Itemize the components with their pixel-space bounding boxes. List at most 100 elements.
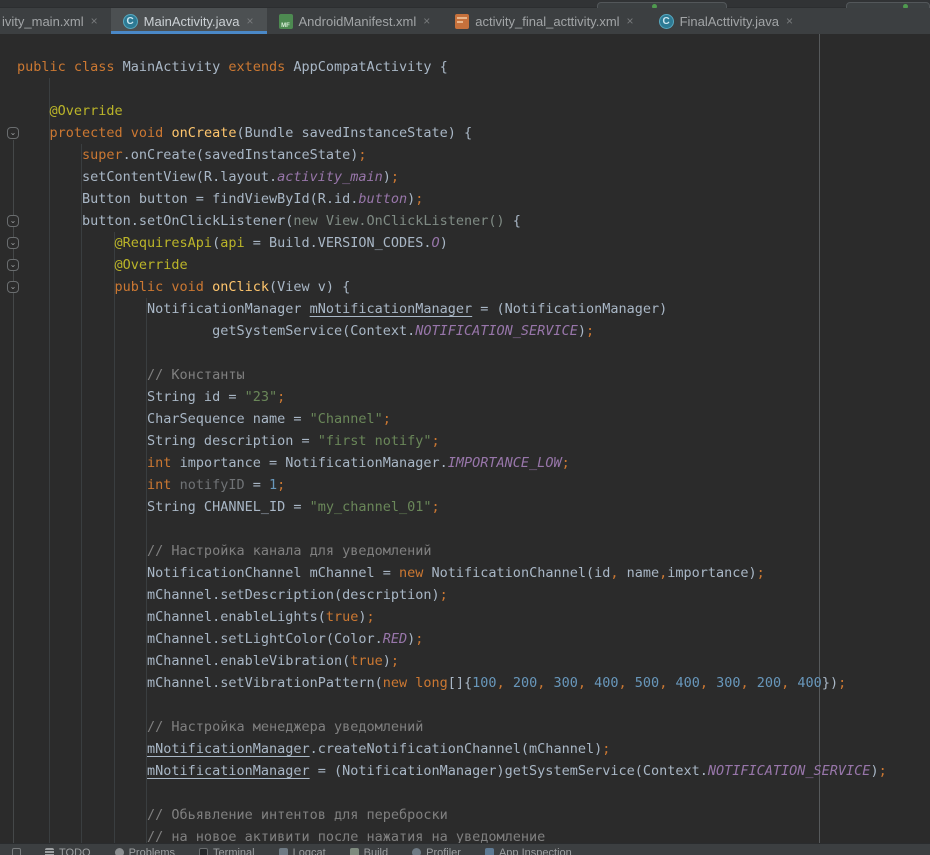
close-icon[interactable]: ×: [245, 15, 254, 27]
statusbar-item-app-inspection[interactable]: App Inspection: [473, 844, 584, 855]
code-token: getSystemService(Context.: [17, 323, 415, 339]
code-line[interactable]: Button button = findViewById(R.id.button…: [0, 188, 930, 210]
code-line[interactable]: protected void onCreate(Bundle savedInst…: [0, 122, 930, 144]
code-line[interactable]: // Обьявление интентов для переброски: [0, 804, 930, 826]
code-token: NotificationChannel mChannel =: [17, 565, 399, 581]
fold-toggle-icon[interactable]: ⌄: [7, 281, 19, 293]
code-line[interactable]: int importance = NotificationManager.IMP…: [0, 452, 930, 474]
close-icon[interactable]: ×: [626, 15, 635, 27]
code-line[interactable]: CharSequence name = "Channel";: [0, 408, 930, 430]
close-icon[interactable]: ×: [422, 15, 431, 27]
code-token: ;: [432, 433, 440, 449]
code-token: ;: [277, 477, 285, 493]
code-line[interactable]: mChannel.setVibrationPattern(new long[]{…: [0, 672, 930, 694]
code-line[interactable]: [0, 342, 930, 364]
code-line[interactable]: String description = "first notify";: [0, 430, 930, 452]
code-line[interactable]: String CHANNEL_ID = "my_channel_01";: [0, 496, 930, 518]
code-token: 300: [708, 675, 741, 691]
code-line[interactable]: // на новое активити после нажатия на ув…: [0, 826, 930, 843]
inspect-icon: [485, 848, 494, 855]
code-token: true: [326, 609, 359, 625]
close-icon[interactable]: ×: [90, 15, 99, 27]
code-line[interactable]: mChannel.setDescription(description);: [0, 584, 930, 606]
statusbar-item-terminal[interactable]: Terminal: [187, 844, 267, 855]
code-token: NOTIFICATION_SERVICE: [415, 323, 578, 339]
statusbar-item-build[interactable]: Build: [338, 844, 400, 855]
statusbar-item-window-toggle[interactable]: [0, 844, 33, 855]
code-token: (Bundle savedInstanceState) {: [236, 125, 472, 141]
code-token: Button button = findViewById(R.id.: [17, 191, 358, 207]
code-line[interactable]: // Настройка менеджера уведомлений: [0, 716, 930, 738]
code-token: [17, 763, 147, 779]
code-line[interactable]: [0, 78, 930, 100]
statusbar-item-todo[interactable]: TODO: [33, 844, 103, 855]
code-line[interactable]: button.setOnClickListener(new View.OnCli…: [0, 210, 930, 232]
code-line[interactable]: String id = "23";: [0, 386, 930, 408]
statusbar-item-profiler[interactable]: Profiler: [400, 844, 473, 855]
code-token: AppCompatActivity {: [293, 59, 447, 75]
code-token: ;: [602, 741, 610, 757]
code-token: [17, 81, 25, 97]
code-token: ): [440, 235, 448, 251]
tab-activity-final-acttivity-xml[interactable]: activity_final_acttivity.xml ×: [443, 8, 646, 34]
code-line[interactable]: mNotificationManager.createNotificationC…: [0, 738, 930, 760]
code-token: int: [17, 455, 171, 471]
code-token: 1: [269, 477, 277, 493]
tab-mainactivity-java[interactable]: C MainActivity.java ×: [111, 8, 267, 34]
manifest-file-icon: MF: [279, 14, 293, 29]
tab-label: MainActivity.java: [144, 14, 240, 29]
code-token: mNotificationManager: [147, 741, 310, 757]
editor-tab-bar: ivity_main.xml × C MainActivity.java × M…: [0, 8, 930, 34]
statusbar-item-logcat[interactable]: Logcat: [267, 844, 338, 855]
code-line[interactable]: @RequiresApi(api = Build.VERSION_CODES.O…: [0, 232, 930, 254]
code-line[interactable]: int notifyID = 1;: [0, 474, 930, 496]
close-icon[interactable]: ×: [785, 15, 794, 27]
fold-toggle-icon[interactable]: ⌄: [7, 127, 19, 139]
code-editor[interactable]: public class MainActivity extends AppCom…: [0, 34, 930, 843]
code-line[interactable]: setContentView(R.layout.activity_main);: [0, 166, 930, 188]
code-line[interactable]: [0, 782, 930, 804]
code-token: =: [245, 477, 269, 493]
code-line[interactable]: public void onClick(View v) {: [0, 276, 930, 298]
code-token: ;: [879, 763, 887, 779]
tab-androidmanifest-xml[interactable]: MF AndroidManifest.xml ×: [267, 8, 444, 34]
code-line[interactable]: mNotificationManager = (NotificationMana…: [0, 760, 930, 782]
code-token: "Channel": [310, 411, 383, 427]
code-token: NotificationManager: [17, 301, 310, 317]
tab-activity-main-xml[interactable]: ivity_main.xml ×: [0, 8, 111, 34]
code-line[interactable]: @Override: [0, 254, 930, 276]
code-line[interactable]: @Override: [0, 100, 930, 122]
fold-toggle-icon[interactable]: ⌄: [7, 237, 19, 249]
code-token: String id =: [17, 389, 245, 405]
monitor-icon: [279, 848, 288, 855]
code-line[interactable]: [0, 518, 930, 540]
code-token: mChannel.enableVibration(: [17, 653, 350, 669]
code-line[interactable]: super.onCreate(savedInstanceState);: [0, 144, 930, 166]
gauge-icon: [412, 848, 421, 855]
code-token: new long: [383, 675, 448, 691]
code-line[interactable]: getSystemService(Context.NOTIFICATION_SE…: [0, 320, 930, 342]
code-line[interactable]: mChannel.setLightColor(Color.RED);: [0, 628, 930, 650]
code-line[interactable]: [0, 694, 930, 716]
code-line[interactable]: NotificationManager mNotificationManager…: [0, 298, 930, 320]
code-line[interactable]: // Настройка канала для уведомлений: [0, 540, 930, 562]
tab-finalacttivity-java[interactable]: C FinalActtivity.java ×: [647, 8, 806, 34]
code-token: // Настройка менеджера уведомлений: [17, 719, 423, 735]
code-line[interactable]: mChannel.enableLights(true);: [0, 606, 930, 628]
code-token: new: [399, 565, 423, 581]
code-line[interactable]: // Константы: [0, 364, 930, 386]
code-line[interactable]: public class MainActivity extends AppCom…: [0, 56, 930, 78]
fold-toggle-icon[interactable]: ⌄: [7, 215, 19, 227]
code-line[interactable]: NotificationChannel mChannel = new Notif…: [0, 562, 930, 584]
code-token: ;: [358, 147, 366, 163]
code-token: []{: [448, 675, 472, 691]
code-line[interactable]: mChannel.enableVibration(true);: [0, 650, 930, 672]
code-token: 300: [545, 675, 578, 691]
code-token: ,: [497, 675, 505, 691]
statusbar-item-label: Terminal: [213, 847, 255, 855]
code-token: }): [822, 675, 838, 691]
statusbar-item-problems[interactable]: Problems: [103, 844, 187, 855]
code-token: 400: [789, 675, 822, 691]
code-token: ;: [277, 389, 285, 405]
fold-toggle-icon[interactable]: ⌄: [7, 259, 19, 271]
